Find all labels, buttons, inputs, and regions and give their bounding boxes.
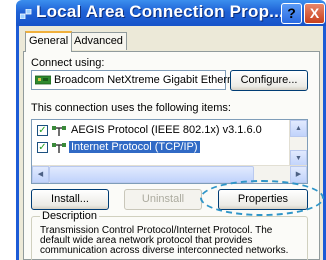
item-label: AEGIS Protocol (IEEE 802.1x) v3.1.6.0 <box>71 124 262 136</box>
close-button[interactable]: X <box>304 3 325 24</box>
tab-advanced[interactable]: Advanced <box>70 32 127 50</box>
scroll-right-icon[interactable]: ▶ <box>290 166 307 183</box>
configure-button[interactable]: Configure... <box>230 70 308 91</box>
list-item[interactable]: ✓ AEGIS Protocol (IEEE 802.1x) v3.1.6.0 <box>35 123 288 139</box>
scroll-thumb[interactable] <box>49 166 254 183</box>
window-title: Local Area Connection Prop... <box>36 2 284 21</box>
network-adapter-icon <box>35 75 51 85</box>
adapter-field[interactable]: Broadcom NetXtreme Gigabit Etherne <box>31 70 239 90</box>
highlight-ellipse <box>200 180 324 216</box>
description-group: Description Transmission Control Protoco… <box>31 210 308 260</box>
scroll-up-icon[interactable]: ▲ <box>290 120 307 137</box>
title-bar[interactable]: Local Area Connection Prop... ? X <box>16 0 326 26</box>
protocol-icon <box>52 126 66 136</box>
description-title: Description <box>40 210 100 222</box>
description-text: Transmission Control Protocol/Internet P… <box>40 225 289 256</box>
item-checkbox[interactable]: ✓ <box>37 125 48 136</box>
network-connection-icon <box>20 9 32 19</box>
install-button[interactable]: Install... <box>31 189 109 210</box>
tab-general[interactable]: General <box>25 31 73 52</box>
uninstall-button: Uninstall <box>124 189 202 210</box>
list-item[interactable]: ✓ Internet Protocol (TCP/IP) <box>35 140 288 156</box>
adapter-name: Broadcom NetXtreme Gigabit Etherne <box>54 74 240 86</box>
scroll-left-icon[interactable]: ◀ <box>32 166 49 183</box>
properties-dialog: General Advanced Connect using: Broadcom… <box>16 26 326 260</box>
item-label: Internet Protocol (TCP/IP) <box>69 141 200 153</box>
protocol-icon <box>52 143 66 153</box>
items-listbox[interactable]: ✓ AEGIS Protocol (IEEE 802.1x) v3.1.6.0 … <box>31 119 308 184</box>
item-checkbox[interactable]: ✓ <box>37 142 48 153</box>
vertical-scrollbar[interactable]: ▲ ▼ <box>289 120 307 167</box>
items-label: This connection uses the following items… <box>31 102 231 114</box>
help-button[interactable]: ? <box>281 3 302 24</box>
connect-using-label: Connect using: <box>31 57 105 69</box>
